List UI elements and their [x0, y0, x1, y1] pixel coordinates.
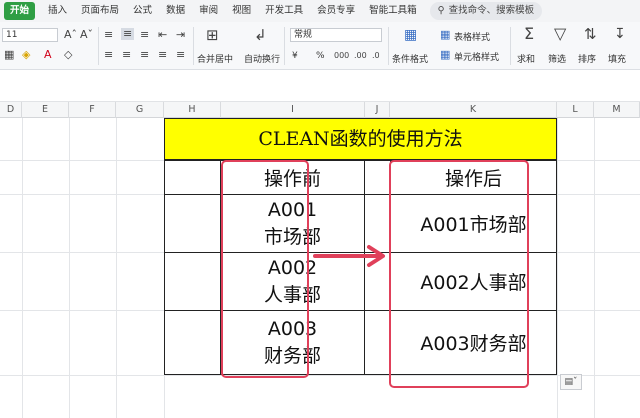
filter-icon[interactable]: ▽	[554, 26, 566, 42]
percent-button[interactable]: %	[316, 51, 325, 61]
search-icon: ⚲	[437, 5, 445, 16]
column-header-k[interactable]: K	[390, 102, 557, 118]
fill-icon[interactable]: ↧	[614, 27, 626, 41]
before-highlight-box	[221, 160, 309, 378]
table-cell-empty[interactable]	[164, 252, 221, 311]
sort-icon[interactable]: ⇅	[584, 27, 597, 42]
decrease-font-icon[interactable]: Aˇ	[80, 29, 93, 41]
conditional-format-button[interactable]: 条件格式	[392, 52, 428, 65]
font-color-icon[interactable]: A	[44, 49, 52, 61]
align-top-icon[interactable]: ≡	[104, 29, 113, 41]
column-header-e[interactable]: E	[22, 102, 69, 118]
tab-review[interactable]: 审阅	[192, 2, 225, 20]
table-cell-empty[interactable]	[164, 194, 221, 253]
grid-line	[22, 118, 23, 418]
after-highlight-box	[389, 160, 529, 388]
tab-developer[interactable]: 开发工具	[258, 2, 310, 20]
table-cell-empty[interactable]	[364, 310, 391, 375]
tab-member[interactable]: 会员专享	[310, 2, 362, 20]
right-arrow-icon	[313, 245, 385, 267]
formula-area	[0, 70, 640, 102]
merge-center-icon[interactable]: ⊞	[206, 28, 219, 43]
align-left-icon[interactable]: ≡	[104, 49, 113, 61]
font-size-value: 11	[6, 30, 18, 40]
grid-line	[116, 118, 117, 418]
distribute-icon[interactable]: ≡	[176, 49, 185, 61]
table-cell-empty[interactable]	[364, 160, 391, 195]
align-center-icon[interactable]: ≡	[122, 49, 131, 61]
tab-insert[interactable]: 插入	[41, 2, 74, 20]
filter-button[interactable]: 筛选	[548, 52, 566, 65]
number-format-value: 常规	[294, 30, 313, 40]
column-header-i[interactable]: I	[221, 102, 365, 118]
table-style-button[interactable]: 表格样式	[454, 30, 490, 43]
column-header-j[interactable]: J	[365, 102, 390, 118]
table-title[interactable]: CLEAN函数的使用方法	[164, 118, 557, 160]
tab-home[interactable]: 开始	[4, 2, 36, 20]
sum-button[interactable]: 求和	[517, 52, 535, 65]
decrease-decimal-icon[interactable]: .0	[372, 50, 380, 62]
tab-view[interactable]: 视图	[225, 2, 258, 20]
increase-font-icon[interactable]: Aˆ	[64, 29, 77, 41]
ribbon-divider	[388, 27, 389, 65]
grid-line	[557, 118, 558, 418]
wrap-text-icon[interactable]: ↲	[254, 28, 267, 43]
column-header-d[interactable]: D	[0, 102, 22, 118]
currency-button[interactable]: ¥	[292, 51, 298, 61]
align-middle-icon[interactable]: ≡	[121, 28, 135, 40]
indent-decrease-icon[interactable]: ⇤	[158, 29, 167, 41]
thousands-icon[interactable]: 000	[334, 50, 349, 62]
table-cell-empty[interactable]	[164, 310, 221, 375]
fill-color-icon[interactable]: ◈	[22, 49, 30, 61]
table-style-icon[interactable]: ▦	[440, 29, 450, 41]
clear-format-icon[interactable]: ◇	[64, 49, 72, 61]
tab-smart-toolbox[interactable]: 智能工具箱	[362, 2, 424, 20]
tab-data[interactable]: 数据	[159, 2, 192, 20]
ribbon-divider	[98, 27, 99, 65]
command-search[interactable]: ⚲ 查找命令、搜索模板	[429, 2, 543, 20]
column-header-l[interactable]: L	[557, 102, 594, 118]
fill-button[interactable]: 填充	[608, 52, 626, 65]
grid-line	[69, 118, 70, 418]
ribbon-divider	[510, 27, 511, 65]
increase-decimal-icon[interactable]: .00	[354, 50, 367, 62]
column-header-m[interactable]: M	[594, 102, 640, 118]
wrap-text-button[interactable]: 自动换行	[244, 52, 280, 65]
merge-center-button[interactable]: 合并居中	[197, 52, 233, 65]
cell-style-button[interactable]: 单元格样式	[454, 50, 499, 63]
ribbon-divider	[284, 27, 285, 65]
indent-increase-icon[interactable]: ⇥	[176, 29, 185, 41]
number-format-select[interactable]: 常规	[290, 28, 382, 42]
column-header-bar: D E F G H I J K L M	[0, 102, 640, 118]
column-header-h[interactable]: H	[164, 102, 221, 118]
tab-formulas[interactable]: 公式	[126, 2, 159, 20]
align-bottom-icon[interactable]: ≡	[140, 29, 149, 41]
column-header-f[interactable]: F	[69, 102, 116, 118]
table-cell-empty[interactable]	[164, 160, 221, 195]
column-header-g[interactable]: G	[116, 102, 164, 118]
ribbon-divider	[193, 27, 194, 65]
conditional-format-icon[interactable]: ▦	[404, 28, 417, 42]
grid-line	[0, 375, 640, 376]
justify-icon[interactable]: ≡	[158, 49, 167, 61]
ribbon-toolbar: 11 Aˆ Aˇ ▦ ◈ A ◇ ≡ ≡ ≡ ⇤ ⇥ ≡ ≡ ≡ ≡ ≡ ⊞ 合…	[0, 22, 640, 70]
sort-button[interactable]: 排序	[578, 52, 596, 65]
search-placeholder: 查找命令、搜索模板	[448, 5, 535, 16]
cell-style-icon[interactable]: ▦	[440, 49, 450, 61]
font-size-select[interactable]: 11	[2, 28, 58, 42]
align-right-icon[interactable]: ≡	[140, 49, 149, 61]
menu-bar: 开始 插入 页面布局 公式 数据 审阅 视图 开发工具 会员专享 智能工具箱 ⚲…	[0, 0, 640, 22]
grid-line	[594, 118, 595, 418]
border-icon[interactable]: ▦	[4, 49, 14, 61]
sum-icon[interactable]: Σ	[524, 26, 534, 42]
tab-page-layout[interactable]: 页面布局	[74, 2, 126, 20]
paste-options-icon[interactable]: ▤ˇ	[560, 374, 582, 390]
